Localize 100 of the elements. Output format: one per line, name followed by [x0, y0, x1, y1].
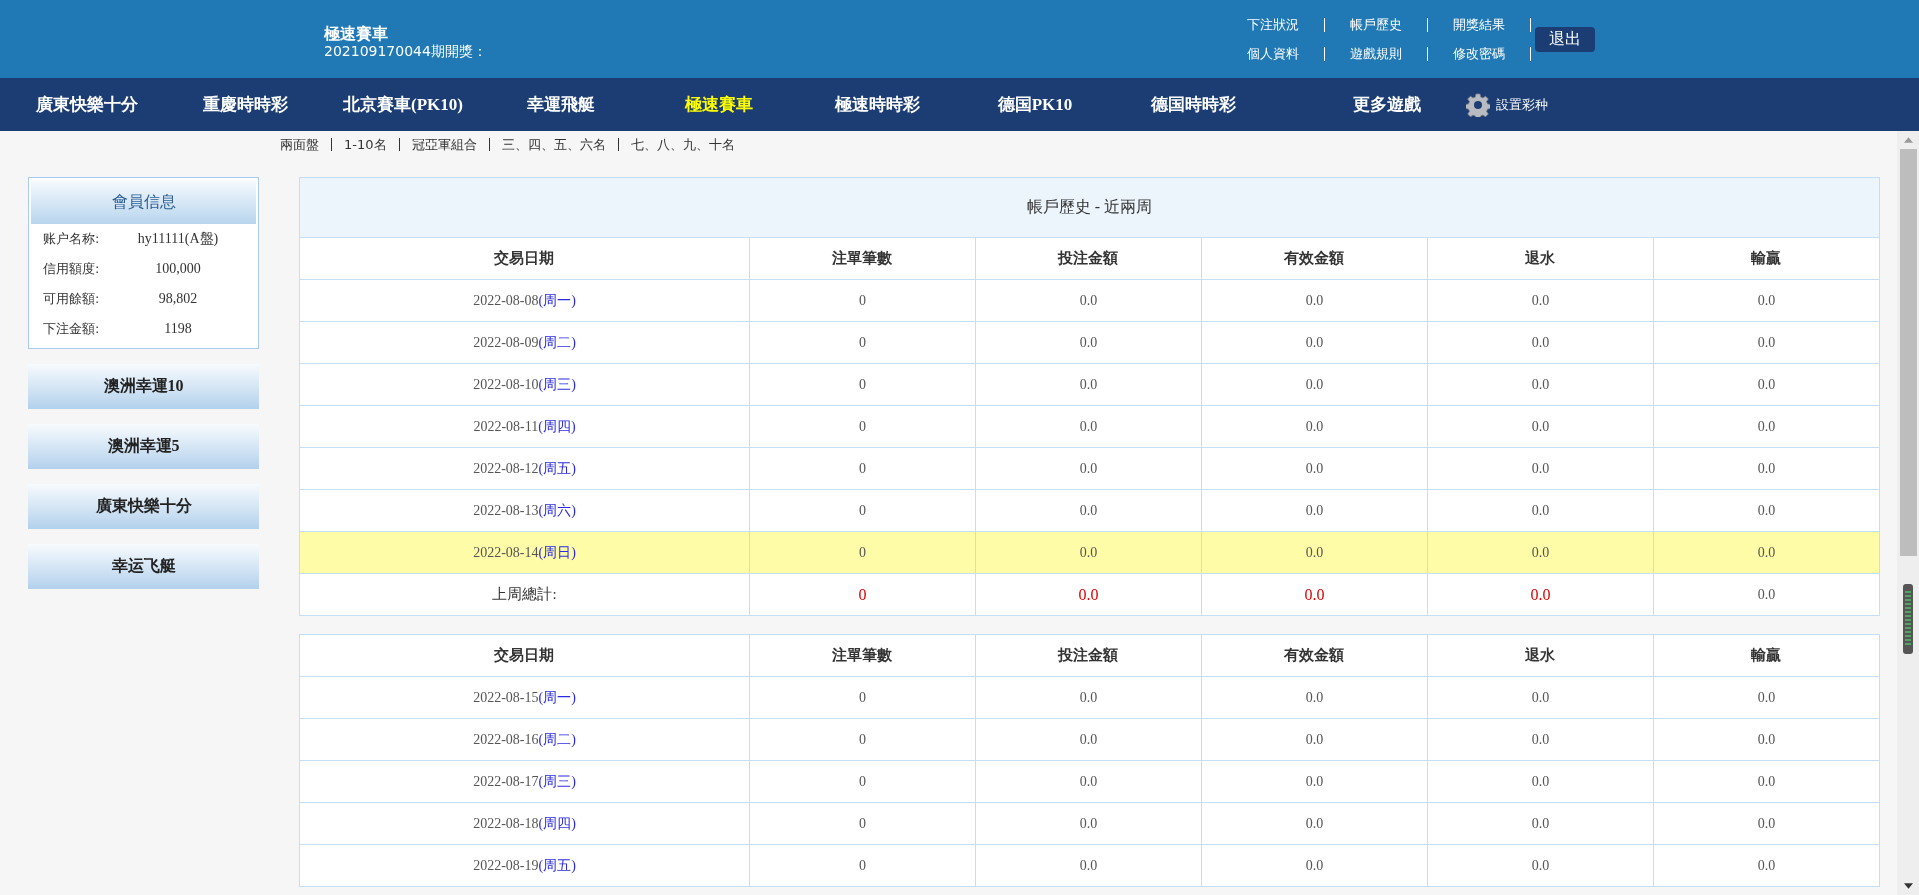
date-cell: 2022-08-19(周五) [299, 844, 750, 887]
table-cell: 0.0 [1653, 802, 1880, 845]
nav-tab[interactable]: 德国PK10 [956, 93, 1114, 116]
grip-drawing[interactable] [1903, 584, 1913, 654]
table-cell: 0.0 [975, 760, 1202, 803]
table-cell: 0 [749, 321, 976, 364]
table-cell: 0 [749, 447, 976, 490]
column-header: 投注金額 [975, 634, 1202, 677]
header-link[interactable]: 下注狀況 [1222, 17, 1325, 32]
nav-tab[interactable]: 德国時時彩 [1114, 93, 1272, 116]
member-value: 1198 [163, 321, 193, 337]
table-cell: 0.0 [975, 844, 1202, 887]
sub-tab[interactable]: 1-10名 [332, 138, 400, 151]
nav-tab[interactable]: 重慶時時彩 [166, 93, 324, 116]
draw-info: 202109170044期開獎： [324, 43, 488, 60]
scroll-down-icon[interactable] [1903, 883, 1913, 889]
table-cell: 0.0 [1653, 279, 1880, 322]
nav-tab[interactable]: 極速賽車 [640, 93, 798, 116]
table-cell: 0.0 [1427, 676, 1654, 719]
game-button[interactable]: 澳洲幸運10 [28, 364, 259, 409]
table-cell: 0.0 [975, 802, 1202, 845]
table-cell: 0.0 [1653, 405, 1880, 448]
table-cell: 0 [749, 405, 976, 448]
date-cell: 2022-08-12(周五) [299, 447, 750, 490]
nav-tab[interactable]: 廣東快樂十分 [8, 93, 166, 116]
column-header: 注單筆數 [749, 634, 976, 677]
column-header: 投注金額 [975, 237, 1202, 280]
date-cell: 2022-08-18(周四) [299, 802, 750, 845]
table-cell: 0.0 [1427, 363, 1654, 406]
table-cell: 0.0 [975, 676, 1202, 719]
game-button[interactable]: 幸运飞艇 [28, 544, 259, 589]
date-cell: 2022-08-16(周二) [299, 718, 750, 761]
table-cell: 0 [749, 760, 976, 803]
table-cell: 0 [749, 844, 976, 887]
table-cell: 0.0 [975, 531, 1202, 574]
table-cell: 0.0 [975, 489, 1202, 532]
table-cell: 0.0 [975, 321, 1202, 364]
date-cell: 2022-08-08(周一) [299, 279, 750, 322]
table-cell: 0.0 [1653, 676, 1880, 719]
table-cell: 0.0 [1427, 718, 1654, 761]
table-cell: 0.0 [1427, 447, 1654, 490]
table-cell: 0.0 [1201, 279, 1428, 322]
table-cell: 0.0 [1653, 447, 1880, 490]
settings-icon[interactable] [1466, 92, 1490, 117]
nav-tab[interactable]: 北京賽車(PK10) [324, 93, 482, 116]
date-cell: 2022-08-17(周三) [299, 760, 750, 803]
table-cell: 0.0 [975, 279, 1202, 322]
settings-link[interactable]: 設置彩种 [1496, 95, 1548, 114]
date-cell: 2022-08-11(周四) [299, 405, 750, 448]
nav-tab[interactable]: 極速時時彩 [798, 93, 956, 116]
header-link[interactable]: 帳戶歷史 [1325, 17, 1428, 32]
header-link[interactable]: 遊戲規則 [1325, 46, 1428, 61]
scroll-thumb[interactable] [1899, 149, 1917, 556]
table-cell: 0.0 [975, 363, 1202, 406]
table-cell: 0.0 [975, 405, 1202, 448]
member-value: 100,000 [154, 261, 202, 277]
game-title: 極速賽車 [324, 25, 389, 43]
table-cell: 0 [749, 489, 976, 532]
member-label: 下注金額: [43, 320, 101, 338]
table-cell: 0.0 [1201, 531, 1428, 574]
game-button[interactable]: 廣東快樂十分 [28, 484, 259, 529]
table-cell: 0.0 [1201, 447, 1428, 490]
sub-tab[interactable]: 七、八、九、十名 [618, 138, 747, 151]
table-cell: 0.0 [1653, 321, 1880, 364]
table-title: 帳戶歷史 - 近兩周 [299, 177, 1880, 238]
column-header: 有效金額 [1201, 634, 1428, 677]
total-cell: 0.0 [1201, 573, 1428, 616]
date-cell: 2022-08-10(周三) [299, 363, 750, 406]
logout-button[interactable]: 退出 [1535, 26, 1595, 52]
table-cell: 0 [749, 279, 976, 322]
header-link[interactable]: 個人資料 [1222, 46, 1325, 61]
sub-tab[interactable]: 兩面盤 [280, 138, 332, 151]
nav-tab[interactable]: 更多遊戲 [1312, 93, 1462, 116]
total-cell: 0.0 [1427, 573, 1654, 616]
table-cell: 0.0 [1201, 676, 1428, 719]
table-cell: 0 [749, 531, 976, 574]
header-link[interactable]: 修改密碼 [1428, 46, 1531, 61]
column-header: 輸贏 [1653, 237, 1880, 280]
table-cell: 0.0 [1201, 760, 1428, 803]
total-cell: 0.0 [975, 573, 1202, 616]
game-button[interactable]: 澳洲幸運5 [28, 424, 259, 469]
member-title: 會員信息 [31, 180, 256, 224]
scrollbar[interactable] [1897, 131, 1919, 895]
table-cell: 0.0 [1427, 279, 1654, 322]
table-cell: 0 [749, 363, 976, 406]
sub-tab[interactable]: 三、四、五、六名 [489, 138, 619, 151]
nav-tab[interactable]: 幸運飛艇 [482, 93, 640, 116]
table-cell: 0 [749, 802, 976, 845]
table-cell: 0.0 [1653, 844, 1880, 887]
table-cell: 0.0 [1201, 718, 1428, 761]
sub-tab[interactable]: 冠亞軍組合 [399, 138, 490, 151]
column-header: 輸贏 [1653, 634, 1880, 677]
member-label: 信用額度: [43, 260, 101, 278]
date-cell: 2022-08-13(周六) [299, 489, 750, 532]
date-cell: 2022-08-14(周日) [299, 531, 750, 574]
column-header: 交易日期 [299, 237, 750, 280]
table-cell: 0.0 [1201, 489, 1428, 532]
column-header: 交易日期 [299, 634, 750, 677]
header-link[interactable]: 開獎結果 [1428, 17, 1531, 32]
table-cell: 0.0 [1201, 844, 1428, 887]
